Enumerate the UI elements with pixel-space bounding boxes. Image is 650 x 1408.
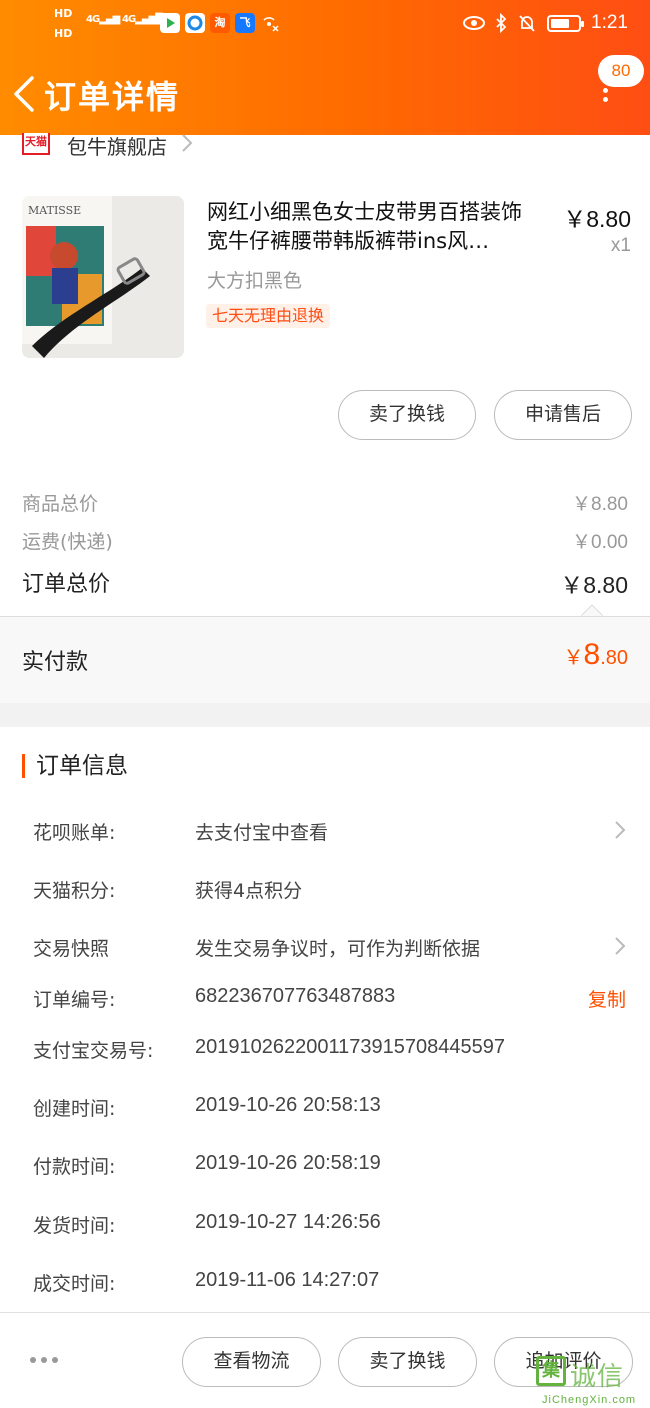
row-value: 发生交易争议时，可作为判断依据 xyxy=(195,938,481,960)
shipping-label: 运费(快递) xyxy=(22,531,113,553)
watermark-logo: 集 诚信 JiChengXin.com xyxy=(532,1356,650,1408)
battery-icon xyxy=(547,14,585,32)
order-total-value: ￥8.80 xyxy=(560,572,628,598)
browser-app-icon xyxy=(185,13,205,33)
goods-total-value: ￥8.80 xyxy=(572,494,628,515)
video-app-icon xyxy=(160,13,180,33)
row-label: 创建时间: xyxy=(33,1098,116,1120)
mute-bell-icon xyxy=(519,15,535,32)
hd-indicator: HD xyxy=(54,7,73,20)
chevron-right-icon xyxy=(615,937,626,955)
fliggy-app-icon: 飞 xyxy=(235,13,255,33)
taobao-app-icon: 淘 xyxy=(210,13,230,33)
row-label: 付款时间: xyxy=(33,1156,116,1178)
section-title: 订单信息 xyxy=(22,754,128,778)
signal-icon: 4G▂▄▆█ xyxy=(122,14,163,25)
page-title: 订单详情 xyxy=(44,78,181,116)
product-title[interactable]: 网红小细黑色女士皮带男百搭装饰宽牛仔裤腰带韩版裤带ins风… xyxy=(207,198,542,256)
watermark-text: 诚信 xyxy=(570,1362,625,1392)
chevron-right-icon xyxy=(182,134,193,152)
product-price: ￥8.80 xyxy=(563,206,631,232)
shop-name: 包牛旗舰店 xyxy=(67,135,167,159)
row-label: 花呗账单: xyxy=(33,822,116,844)
row-label: 订单编号: xyxy=(33,989,116,1011)
clock: 1:21 xyxy=(591,12,628,33)
row-label: 成交时间: xyxy=(33,1273,116,1295)
paid-time-row: 付款时间: 2019-10-26 20:58:19 xyxy=(33,1152,626,1182)
chevron-right-icon xyxy=(615,821,626,839)
shipped-time-row: 发货时间: 2019-10-27 14:26:56 xyxy=(33,1211,626,1241)
goods-total-label: 商品总价 xyxy=(22,493,99,515)
status-right: 1:21 xyxy=(463,12,628,34)
shipping-value: ￥0.00 xyxy=(572,532,628,553)
order-total-label: 订单总价 xyxy=(22,572,111,597)
copy-button[interactable]: 复制 xyxy=(588,985,626,1012)
order-number: 682236707763487883 xyxy=(195,985,396,1007)
row-value: 2019-10-26 20:58:19 xyxy=(195,1152,381,1174)
order-total-row: 订单总价 ￥8.80 xyxy=(22,566,628,598)
return-policy-badge: 七天无理由退换 xyxy=(206,304,331,328)
completed-time-row: 成交时间: 2019-11-06 14:27:07 xyxy=(33,1269,626,1299)
back-arrow-icon[interactable] xyxy=(10,76,38,112)
row-label: 发货时间: xyxy=(33,1215,116,1237)
order-number-row: 订单编号: 682236707763487883 复制 xyxy=(33,985,626,1015)
row-label: 支付宝交易号: xyxy=(33,1040,154,1062)
hotspot-icon xyxy=(260,13,280,33)
row-value: 去支付宝中查看 xyxy=(195,822,329,844)
header-bar: HD HD 4G▂▄▆ 4G▂▄▆█ 淘 飞 1:21 订单详情 80 xyxy=(0,0,650,135)
row-value: 2019-10-26 20:58:13 xyxy=(195,1094,381,1116)
row-value: 获得4点积分 xyxy=(195,880,303,902)
tmall-points-row: 天猫积分: 获得4点积分 xyxy=(33,876,626,906)
after-sale-button[interactable]: 申请售后 xyxy=(494,390,632,440)
huabei-bill-row[interactable]: 花呗账单: 去支付宝中查看 xyxy=(33,818,626,848)
bluetooth-icon xyxy=(496,13,507,33)
caret-up-icon xyxy=(581,604,603,616)
order-card: 天猫 包牛旗舰店 MATISSE 网红小细黑色女士皮带男百搭装饰宽牛仔裤腰带韩版… xyxy=(0,133,650,703)
created-time-row: 创建时间: 2019-10-26 20:58:13 xyxy=(33,1094,626,1124)
paid-amount-row: 实付款 ￥8.80 xyxy=(0,616,650,703)
row-value: 2019-10-27 14:26:56 xyxy=(195,1211,381,1233)
product-quantity: x1 xyxy=(610,235,631,256)
alipay-trade-row: 支付宝交易号: 2019102622001173915708445597 xyxy=(33,1036,626,1066)
alipay-trade-number: 2019102622001173915708445597 xyxy=(195,1036,505,1058)
shop-row[interactable]: 天猫 包牛旗舰店 xyxy=(22,133,193,159)
eye-comfort-icon xyxy=(463,16,486,30)
hd-indicator: HD xyxy=(54,27,73,40)
message-count-badge[interactable]: 80 xyxy=(598,55,644,87)
tmall-tag-icon: 天猫 xyxy=(22,133,50,155)
signal-icon: 4G▂▄▆ xyxy=(86,14,120,25)
status-bar: HD HD 4G▂▄▆ 4G▂▄▆█ 淘 飞 1:21 xyxy=(0,0,650,50)
view-logistics-button[interactable]: 查看物流 xyxy=(182,1337,321,1387)
more-menu-icon[interactable] xyxy=(603,88,609,110)
product-sku: 大方扣黑色 xyxy=(207,270,303,292)
snapshot-row[interactable]: 交易快照 发生交易争议时，可作为判断依据 xyxy=(33,934,626,964)
shipping-row: 运费(快递) ￥0.00 xyxy=(22,527,628,554)
order-info-card: 订单信息 花呗账单: 去支付宝中查看 天猫积分: 获得4点积分 交易快照 发生交… xyxy=(0,727,650,1312)
watermark-mark: 集 xyxy=(536,1356,566,1386)
paid-value: ￥8.80 xyxy=(563,638,629,671)
more-actions-icon[interactable] xyxy=(30,1357,58,1363)
row-label: 交易快照 xyxy=(33,938,110,960)
watermark-url: JiChengXin.com xyxy=(542,1394,637,1406)
goods-total-row: 商品总价 ￥8.80 xyxy=(22,489,628,516)
row-label: 天猫积分: xyxy=(33,880,116,902)
paid-label: 实付款 xyxy=(22,650,89,675)
thumb-caption: MATISSE xyxy=(28,204,81,217)
product-image[interactable]: MATISSE xyxy=(22,196,184,358)
sell-button-bottom[interactable]: 卖了换钱 xyxy=(338,1337,477,1387)
row-value: 2019-11-06 14:27:07 xyxy=(195,1269,380,1291)
sell-button[interactable]: 卖了换钱 xyxy=(338,390,476,440)
